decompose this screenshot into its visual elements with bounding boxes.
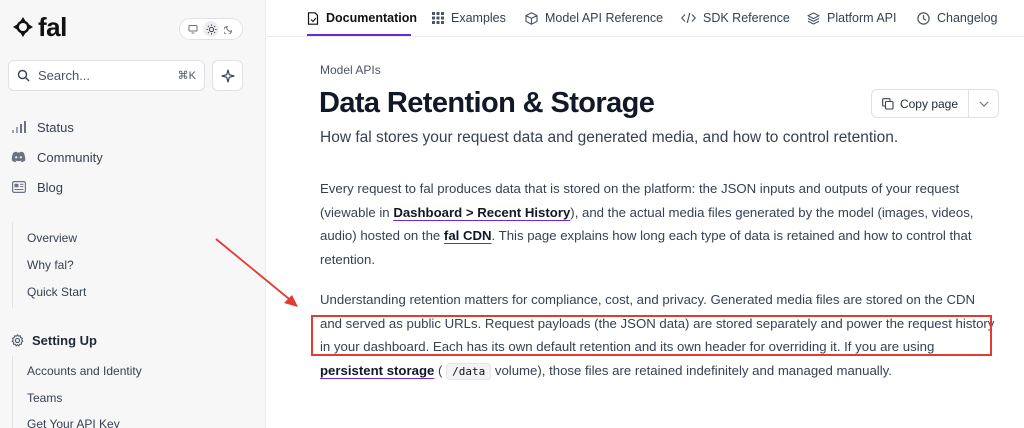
copy-options-dropdown[interactable] — [969, 89, 999, 118]
cube-icon — [525, 11, 538, 25]
sidebar-item-teams[interactable]: Teams — [27, 391, 62, 405]
copy-page-group: Copy page — [871, 89, 999, 118]
sidebar-setup-group: Accounts and Identity Teams Get Your API… — [12, 356, 142, 428]
tab-label: Changelog — [937, 11, 998, 25]
monitor-icon[interactable] — [185, 21, 201, 37]
search-shortcut: ⌘K — [177, 70, 196, 82]
sidebar-item-accounts[interactable]: Accounts and Identity — [27, 364, 142, 378]
page-subtitle: How fal stores your request data and gen… — [320, 129, 899, 146]
persistent-storage-link[interactable]: persistent storage — [320, 363, 434, 378]
gear-icon — [11, 334, 24, 347]
status-bars-icon — [11, 120, 26, 135]
ai-assistant-button[interactable] — [212, 60, 243, 91]
blog-icon — [11, 180, 26, 195]
tab-label: Examples — [451, 11, 506, 25]
sidebar-link-label: Blog — [37, 179, 64, 195]
fal-cdn-link[interactable]: fal CDN — [444, 228, 492, 243]
sidebar-section-title: Setting Up — [32, 333, 97, 348]
theme-toggle[interactable] — [179, 18, 243, 40]
tab-sdk-reference[interactable]: SDK Reference — [681, 9, 790, 27]
moon-icon[interactable] — [221, 21, 237, 37]
sidebar-link-community[interactable]: Community — [11, 148, 103, 166]
layers-icon — [807, 11, 820, 25]
fal-logo-icon — [13, 17, 33, 37]
breadcrumb[interactable]: Model APIs — [320, 63, 381, 77]
sidebar-section-setting-up[interactable]: Setting Up — [11, 333, 97, 348]
sidebar-link-blog[interactable]: Blog — [11, 178, 63, 196]
sidebar-link-label: Status — [37, 119, 74, 135]
text-run: ( — [434, 362, 443, 378]
discord-icon — [11, 150, 26, 165]
doc-icon — [307, 11, 319, 25]
search-input[interactable]: Search... ⌘K — [8, 60, 205, 91]
copy-icon — [882, 97, 894, 110]
tab-documentation[interactable]: Documentation — [307, 9, 417, 27]
sidebar-link-status[interactable]: Status — [11, 118, 74, 136]
sparkle-icon — [220, 68, 235, 83]
text-run: volume), those files are retained indefi… — [491, 362, 892, 378]
sidebar-item-why-fal[interactable]: Why fal? — [27, 258, 74, 272]
sidebar-item-quick-start[interactable]: Quick Start — [27, 285, 86, 299]
brand-name: fal — [38, 12, 67, 42]
page-title: Data Retention & Storage — [319, 87, 655, 119]
data-volume-code: /data — [446, 362, 492, 380]
copy-page-label: Copy page — [899, 96, 959, 111]
tab-platform-api[interactable]: Platform API — [807, 9, 896, 27]
sun-icon[interactable] — [203, 21, 219, 37]
dashboard-history-link[interactable]: Dashboard > Recent History — [393, 205, 570, 220]
tab-label: Documentation — [326, 11, 417, 25]
tab-label: SDK Reference — [703, 11, 790, 25]
paragraph-intro: Every request to fal produces data that … — [320, 177, 1000, 271]
sidebar-intro-group: Overview Why fal? Quick Start — [12, 222, 86, 308]
copy-page-button[interactable]: Copy page — [871, 89, 969, 118]
search-icon — [17, 69, 30, 82]
sidebar-link-label: Community — [37, 149, 103, 165]
search-placeholder: Search... — [38, 68, 91, 83]
annotation-arrow-icon — [215, 238, 298, 307]
tab-label: Platform API — [827, 11, 897, 25]
tab-label: Model API Reference — [545, 11, 664, 25]
chevron-down-icon — [979, 101, 988, 107]
sidebar: fal Search... ⌘K Status Community Blog O… — [0, 0, 266, 428]
sidebar-item-api-key[interactable]: Get Your API Key — [27, 417, 120, 428]
grid-icon — [432, 12, 444, 24]
tab-examples[interactable]: Examples — [432, 9, 506, 27]
fal-logo[interactable]: fal — [12, 12, 67, 42]
tab-model-api-reference[interactable]: Model API Reference — [525, 9, 663, 27]
code-icon — [681, 12, 696, 24]
sidebar-item-overview[interactable]: Overview — [27, 231, 77, 245]
annotation-highlight-box — [311, 315, 992, 356]
tab-changelog[interactable]: Changelog — [917, 9, 997, 27]
active-tab-indicator — [307, 34, 411, 36]
clock-icon — [917, 11, 930, 25]
